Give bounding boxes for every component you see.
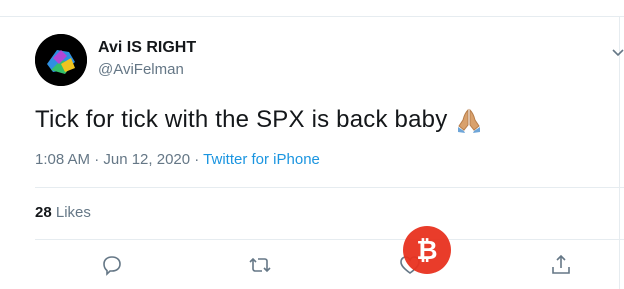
avatar-logo-icon xyxy=(35,34,87,86)
share-icon[interactable] xyxy=(549,253,573,277)
divider xyxy=(35,239,624,240)
avatar[interactable] xyxy=(35,34,87,86)
author-name[interactable]: Avi IS RIGHT xyxy=(98,39,196,57)
top-divider xyxy=(0,16,624,17)
tweet-meta: 1:08 AM · Jun 12, 2020 · Twitter for iPh… xyxy=(35,151,320,168)
author-handle[interactable]: @AviFelman xyxy=(98,61,184,78)
folded-hands-emoji-icon xyxy=(455,106,483,134)
chevron-down-icon[interactable] xyxy=(612,47,624,59)
bitcoin-watermark-icon: ₿ xyxy=(403,226,451,274)
timestamp[interactable]: 1:08 AM · Jun 12, 2020 · xyxy=(35,151,203,168)
retweet-icon[interactable] xyxy=(248,253,272,277)
watermark-symbol: ₿ xyxy=(416,235,438,266)
likes-number: 28 xyxy=(35,204,52,221)
tweet-card: Avi IS RIGHT @AviFelman Tick for tick wi… xyxy=(0,0,624,289)
likes-count[interactable]: 28 Likes xyxy=(35,204,91,221)
divider xyxy=(35,187,624,188)
reply-icon[interactable] xyxy=(100,253,124,277)
tweet-text-row: Tick for tick with the SPX is back baby xyxy=(35,106,483,134)
page: Avi IS RIGHT @AviFelman Tick for tick wi… xyxy=(0,0,624,289)
likes-label: Likes xyxy=(55,204,91,221)
source-link[interactable]: Twitter for iPhone xyxy=(203,151,320,168)
tweet-text: Tick for tick with the SPX is back baby xyxy=(35,106,448,133)
